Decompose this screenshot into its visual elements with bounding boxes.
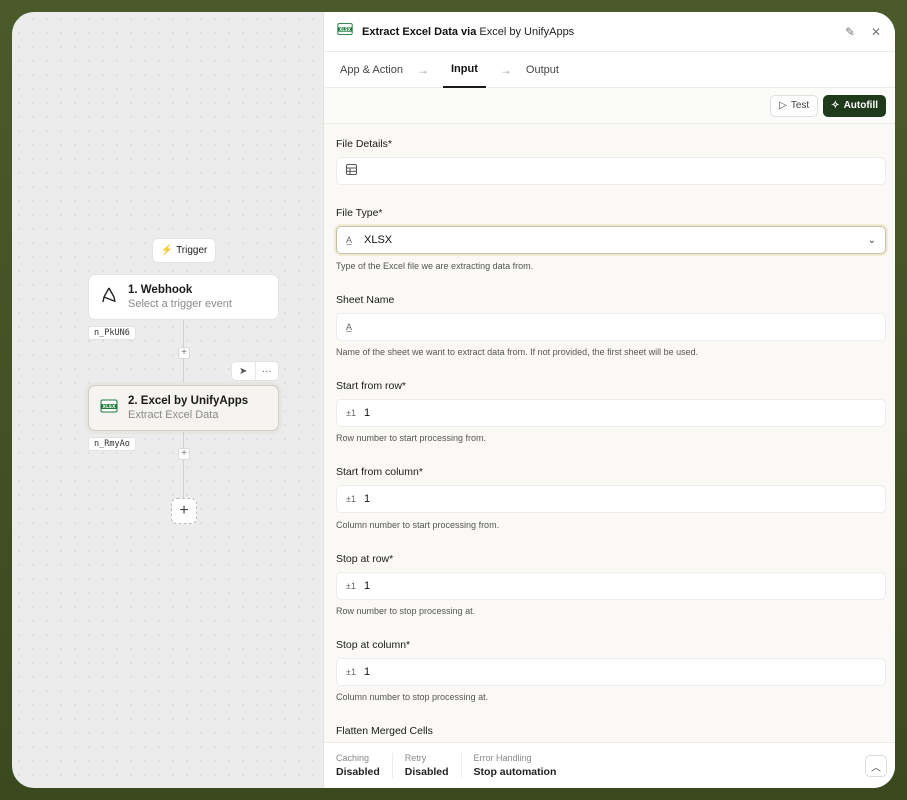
arrow-right-icon: →	[417, 62, 429, 77]
field-help: Row number to start processing from.	[336, 433, 487, 443]
panel-toolbar: ▷ Test ✧ Autofill	[324, 88, 895, 124]
step-tabs: App & Action → Input → Output	[324, 52, 895, 88]
text-type-icon: A̲	[346, 235, 353, 245]
table-icon	[346, 164, 357, 178]
number-type-icon: ±1	[346, 667, 356, 677]
lightning-icon: ⚡	[160, 245, 174, 256]
stop-column-field[interactable]: ±1 1	[336, 658, 886, 686]
field-label: Stop at column*	[336, 639, 411, 651]
panel-header: XLSX Extract Excel Data via Excel by Uni…	[324, 12, 895, 52]
number-type-icon: ±1	[346, 494, 356, 504]
add-step-button[interactable]: +	[178, 448, 190, 460]
field-help: Column number to start processing from.	[336, 520, 500, 530]
webhook-icon	[99, 285, 119, 310]
arrow-right-icon: →	[499, 62, 512, 77]
field-label: Start from row*	[336, 380, 407, 392]
retry-setting[interactable]: Retry Disabled	[391, 753, 461, 778]
node-id-badge: n_PkUN6	[88, 326, 136, 340]
panel-title: Extract Excel Data via Excel by UnifyApp…	[362, 25, 575, 38]
more-icon[interactable]: ···	[254, 362, 279, 380]
node-id-badge: n_RmyAo	[88, 437, 136, 451]
node-subtitle: Extract Excel Data	[128, 409, 219, 421]
node-actions: ➤ ···	[231, 361, 279, 381]
sheet-name-field[interactable]: A̲	[336, 313, 886, 341]
text-type-icon: A̲	[346, 322, 353, 332]
start-row-field[interactable]: ±1 1	[336, 399, 886, 427]
add-node-button[interactable]: +	[171, 498, 197, 524]
panel-footer: Caching Disabled Retry Disabled Error Ha…	[324, 742, 895, 788]
play-icon: ▷	[779, 100, 787, 111]
field-help: Row number to stop processing at.	[336, 606, 476, 616]
edit-icon[interactable]: ✎	[843, 25, 857, 39]
connector-line	[183, 432, 184, 498]
add-step-button[interactable]: +	[178, 347, 190, 359]
field-label: Sheet Name	[336, 294, 395, 306]
field-label: Stop at row*	[336, 553, 394, 565]
chevron-up-icon[interactable]: ︿	[865, 755, 887, 777]
field-label: File Type*	[336, 207, 383, 219]
tab-input[interactable]: Input	[443, 52, 486, 88]
number-type-icon: ±1	[346, 581, 356, 591]
xlsx-icon: XLSX	[99, 396, 119, 421]
config-panel: XLSX Extract Excel Data via Excel by Uni…	[323, 12, 895, 788]
caching-setting[interactable]: Caching Disabled	[336, 753, 392, 778]
file-details-field[interactable]	[336, 157, 886, 185]
node-title: 2. Excel by UnifyApps	[128, 395, 249, 407]
field-label: Flatten Merged Cells	[336, 725, 433, 737]
svg-text:XLSX: XLSX	[339, 27, 352, 32]
trigger-chip[interactable]: ⚡ Trigger	[152, 238, 216, 263]
autofill-button[interactable]: ✧ Autofill	[823, 94, 886, 117]
field-label: File Details*	[336, 138, 393, 150]
chevron-down-icon: ⌄	[867, 234, 876, 246]
magic-wand-icon: ✧	[831, 100, 840, 111]
svg-text:XLSX: XLSX	[102, 404, 116, 410]
field-help: Name of the sheet we want to extract dat…	[336, 347, 699, 357]
field-help: Column number to stop processing at.	[336, 692, 489, 702]
error-handling-setting[interactable]: Error Handling Stop automation	[460, 753, 569, 778]
test-button[interactable]: ▷ Test	[770, 94, 819, 117]
cursor-icon[interactable]: ➤	[232, 362, 255, 380]
file-type-select[interactable]: A̲ XLSX ⌄	[336, 226, 886, 254]
webhook-node[interactable]: 1. Webhook Select a trigger event	[88, 274, 279, 320]
node-subtitle: Select a trigger event	[128, 298, 232, 310]
close-icon[interactable]: ✕	[869, 25, 883, 39]
start-column-field[interactable]: ±1 1	[336, 485, 886, 513]
field-help: Type of the Excel file we are extracting…	[336, 261, 534, 271]
xlsx-icon: XLSX	[336, 20, 354, 43]
field-label: Start from column*	[336, 466, 423, 478]
stop-row-field[interactable]: ±1 1	[336, 572, 886, 600]
tab-output[interactable]: Output	[526, 52, 559, 88]
excel-node[interactable]: XLSX 2. Excel by UnifyApps Extract Excel…	[88, 385, 279, 431]
app-frame: ⚡ Trigger 1. Webhook Select a trigger ev…	[12, 12, 895, 788]
tab-app-action[interactable]: App & Action	[340, 52, 403, 88]
trigger-label: Trigger	[176, 245, 208, 256]
input-form: File Details* File Type* A̲ XLSX ⌄ Type …	[324, 124, 895, 740]
node-title: 1. Webhook	[128, 284, 193, 296]
number-type-icon: ±1	[346, 408, 356, 418]
